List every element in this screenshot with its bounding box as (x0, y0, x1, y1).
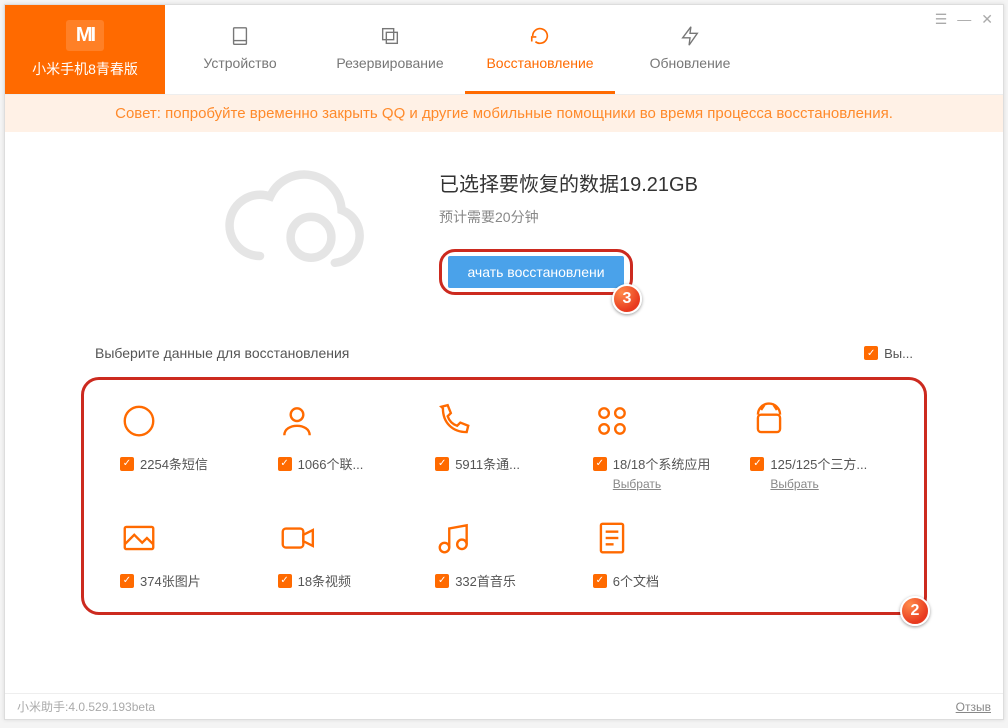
item-label: 5911条通... (455, 454, 520, 473)
item-label: 2254条短信 (140, 454, 208, 473)
tab-label: Устройство (203, 55, 276, 71)
feedback-link[interactable]: Отзыв (956, 700, 991, 714)
header: MI 小米手机8青春版 Устройство Резервирование Во… (5, 5, 1003, 95)
tip-banner: Совет: попробуйте временно закрыть QQ и … (5, 95, 1003, 132)
callout-3: 3 (612, 284, 642, 314)
checkbox-icon: ✓ (435, 574, 449, 588)
minimize-icon[interactable]: — (957, 11, 971, 28)
checkbox-icon: ✓ (864, 346, 878, 360)
item-documents[interactable]: ✓ 6个文档 (593, 519, 731, 590)
select-link[interactable]: Выбрать (770, 477, 818, 491)
recover-button-highlight: ачать восстановлени 3 (439, 249, 633, 295)
checkbox-icon: ✓ (278, 574, 292, 588)
mi-logo: MI (66, 20, 104, 51)
close-icon[interactable]: ✕ (981, 11, 993, 28)
music-icon (435, 519, 473, 557)
select-all-toggle[interactable]: ✓ Вы... (864, 346, 913, 361)
callout-2: 2 (900, 596, 930, 626)
item-label: 332首音乐 (455, 571, 516, 590)
tab-label: Резервирование (336, 55, 443, 71)
selected-size-title: 已选择要恢复的数据19.21GB (439, 168, 799, 197)
brand-block: MI 小米手机8青春版 (5, 5, 165, 94)
refresh-icon (529, 25, 551, 47)
phone-icon (435, 402, 473, 440)
checkbox-icon: ✓ (278, 457, 292, 471)
item-calls[interactable]: ✓ 5911条通... (435, 402, 573, 491)
item-label: 18/18个系统应用 (613, 454, 711, 473)
summary-area: 已选择要恢复的数据19.21GB 预计需要20分钟 ачать восстано… (65, 162, 943, 295)
item-label: 374张图片 (140, 571, 201, 590)
person-icon (278, 402, 316, 440)
start-recover-button[interactable]: ачать восстановлени (448, 256, 624, 288)
item-images[interactable]: ✓ 374张图片 (120, 519, 258, 590)
tablet-icon (229, 25, 251, 47)
message-icon (120, 402, 158, 440)
select-all-label: Вы... (884, 346, 913, 361)
version-text: 小米助手:4.0.529.193beta (17, 698, 155, 715)
flash-icon (679, 25, 701, 47)
document-icon (593, 519, 631, 557)
tab-recover[interactable]: Восстановление (465, 5, 615, 94)
tab-update[interactable]: Обновление (615, 5, 765, 94)
select-data-title: Выберите данные для восстановления (95, 345, 349, 361)
tab-label: Обновление (650, 55, 731, 71)
footer: 小米助手:4.0.529.193beta Отзыв (5, 693, 1003, 719)
device-model: 小米手机8青春版 (32, 59, 138, 79)
tab-backup[interactable]: Резервирование (315, 5, 465, 94)
item-third-party-apps[interactable]: ✓ 125/125个三方... Выбрать (750, 402, 888, 491)
checkbox-icon: ✓ (120, 457, 134, 471)
tab-label: Восстановление (486, 55, 593, 71)
item-label: 125/125个三方... (770, 454, 867, 473)
checkbox-icon: ✓ (593, 457, 607, 471)
item-system-apps[interactable]: ✓ 18/18个系统应用 Выбрать (593, 402, 731, 491)
checkbox-icon: ✓ (750, 457, 764, 471)
item-contacts[interactable]: ✓ 1066个联... (278, 402, 416, 491)
cloud-icon (209, 162, 379, 282)
select-link[interactable]: Выбрать (613, 477, 661, 491)
android-icon (750, 402, 788, 440)
content: 已选择要恢复的数据19.21GB 预计需要20分钟 ачать восстано… (5, 132, 1003, 615)
app-window: MI 小米手机8青春版 Устройство Резервирование Во… (4, 4, 1004, 720)
item-label: 18条视频 (298, 571, 351, 590)
window-controls: ☰ — ✕ (935, 11, 993, 28)
copy-icon (379, 25, 401, 47)
checkbox-icon: ✓ (435, 457, 449, 471)
items-grid: ✓ 2254条短信 ✓ 1066个联... ✓ 5911条通... ✓ 18/18个系统… (120, 402, 888, 590)
estimated-time: 预计需要20分钟 (439, 207, 799, 227)
apps-icon (593, 402, 631, 440)
tab-device[interactable]: Устройство (165, 5, 315, 94)
items-highlight-box: ✓ 2254条短信 ✓ 1066个联... ✓ 5911条通... ✓ 18/18个系统… (81, 377, 927, 615)
item-music[interactable]: ✓ 332首音乐 (435, 519, 573, 590)
image-icon (120, 519, 158, 557)
info-block: 已选择要恢复的数据19.21GB 预计需要20分钟 ачать восстано… (439, 162, 799, 295)
video-icon (278, 519, 316, 557)
item-label: 6个文档 (613, 571, 659, 590)
item-sms[interactable]: ✓ 2254条短信 (120, 402, 258, 491)
checkbox-icon: ✓ (120, 574, 134, 588)
menu-icon[interactable]: ☰ (935, 11, 948, 28)
selector-header: Выберите данные для восстановления ✓ Вы.… (65, 345, 943, 361)
item-label: 1066个联... (298, 454, 364, 473)
tabs: Устройство Резервирование Восстановление… (165, 5, 1003, 94)
item-video[interactable]: ✓ 18条视频 (278, 519, 416, 590)
checkbox-icon: ✓ (593, 574, 607, 588)
